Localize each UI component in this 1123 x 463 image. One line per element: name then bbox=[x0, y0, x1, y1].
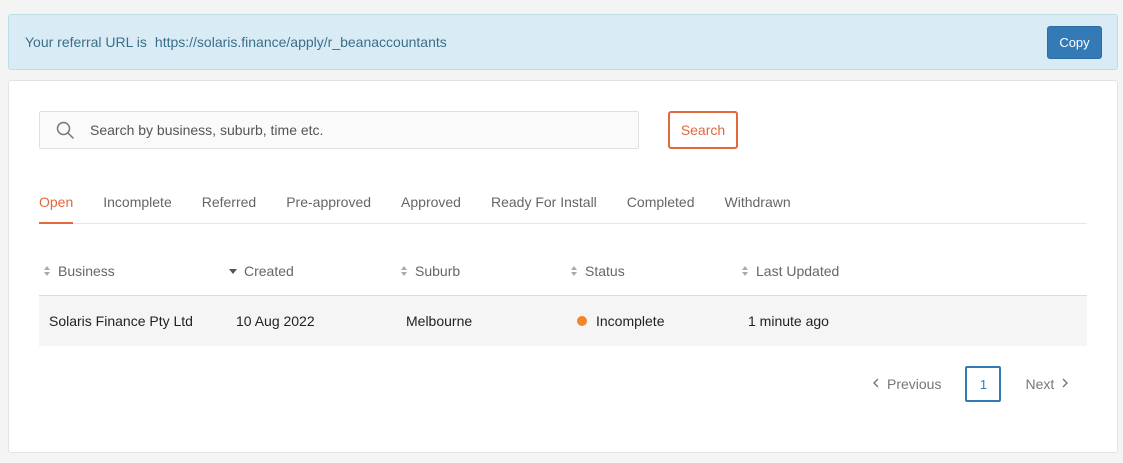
cell-business: Solaris Finance Pty Ltd bbox=[49, 313, 193, 329]
chevron-right-icon bbox=[1062, 377, 1069, 391]
tab-approved[interactable]: Approved bbox=[401, 185, 461, 224]
column-header-suburb[interactable]: Suburb bbox=[400, 263, 460, 279]
search-input[interactable] bbox=[90, 112, 638, 148]
tab-open[interactable]: Open bbox=[39, 185, 74, 224]
referral-banner: Your referral URL is https://solaris.fin… bbox=[8, 14, 1118, 70]
column-header-status[interactable]: Status bbox=[570, 263, 625, 279]
referral-prefix: Your referral URL is bbox=[25, 34, 147, 50]
column-header-created[interactable]: Created bbox=[229, 263, 294, 279]
chevron-left-icon bbox=[873, 377, 879, 391]
column-header-business[interactable]: Business bbox=[43, 263, 115, 279]
sort-both-icon bbox=[43, 265, 51, 277]
previous-page-button[interactable]: Previous bbox=[873, 376, 941, 392]
cell-suburb: Melbourne bbox=[406, 313, 473, 329]
sort-desc-icon bbox=[229, 265, 237, 277]
search-button[interactable]: Search bbox=[668, 111, 738, 149]
sort-both-icon bbox=[570, 265, 578, 277]
cell-status: Incomplete bbox=[577, 313, 664, 329]
tab-incomplete[interactable]: Incomplete bbox=[103, 185, 171, 224]
tab-withdrawn[interactable]: Withdrawn bbox=[725, 185, 791, 224]
applications-table: Business Created Suburb Status Last Upda… bbox=[39, 250, 1087, 346]
tab-referred[interactable]: Referred bbox=[202, 185, 256, 224]
column-header-last-updated[interactable]: Last Updated bbox=[741, 263, 839, 279]
tab-pre-approved[interactable]: Pre-approved bbox=[286, 185, 371, 224]
status-tabs: Open Incomplete Referred Pre-approved Ap… bbox=[39, 185, 1087, 224]
tab-ready-for-install[interactable]: Ready For Install bbox=[491, 185, 597, 224]
sort-both-icon bbox=[741, 265, 749, 277]
table-row[interactable]: Solaris Finance Pty Ltd 10 Aug 2022 Melb… bbox=[39, 296, 1087, 346]
applications-card: Search Open Incomplete Referred Pre-appr… bbox=[8, 80, 1118, 453]
status-label: Incomplete bbox=[596, 313, 665, 329]
cell-created: 10 Aug 2022 bbox=[236, 313, 315, 329]
referral-url: https://solaris.finance/apply/r_beanacco… bbox=[154, 34, 447, 50]
table-header: Business Created Suburb Status Last Upda… bbox=[39, 250, 1087, 296]
sort-both-icon bbox=[400, 265, 408, 277]
cell-last-updated: 1 minute ago bbox=[748, 313, 829, 329]
search-box bbox=[39, 111, 639, 149]
status-dot-icon bbox=[577, 316, 587, 326]
tab-completed[interactable]: Completed bbox=[627, 185, 695, 224]
search-icon bbox=[40, 111, 90, 149]
next-page-button[interactable]: Next bbox=[1025, 376, 1069, 392]
page-1-button[interactable]: 1 bbox=[965, 366, 1002, 402]
pagination: Previous 1 Next bbox=[873, 366, 1069, 402]
copy-button[interactable]: Copy bbox=[1047, 26, 1102, 59]
